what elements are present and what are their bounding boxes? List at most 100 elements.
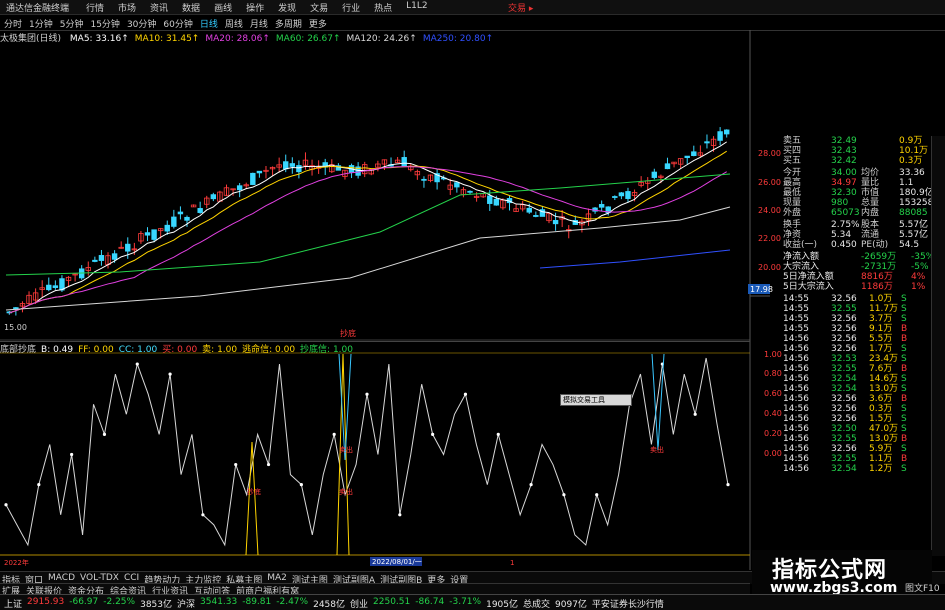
f10-button[interactable]: 图文F10	[905, 581, 940, 594]
candle-body	[493, 198, 500, 206]
indicator-legend: 底部抄底 B: 0.49 FF: 0.00 CC: 1.00 买: 0.00 卖: 1.0…	[0, 341, 750, 355]
stat-key: 市值	[861, 188, 880, 198]
flow-value: 1186万	[861, 282, 893, 292]
stat-val: 34.97	[831, 178, 857, 188]
tick-vol: 11.7万	[869, 304, 899, 314]
tick-side: B	[901, 434, 908, 444]
book-price: 32.43	[831, 146, 857, 156]
status-item: -2.47%	[276, 597, 309, 607]
oscillator-line	[5, 357, 729, 547]
status-item: 2915.93	[27, 597, 65, 607]
sim-trade-tooltip[interactable]: 模拟交易工具	[560, 394, 632, 406]
candle-body	[454, 182, 460, 188]
tick-price: 32.50	[831, 424, 857, 434]
ma20-line	[9, 166, 727, 314]
tick-price: 32.56	[831, 414, 857, 424]
status-item: 1905亿	[486, 600, 518, 610]
candle-body	[724, 129, 730, 135]
candle-body	[664, 163, 671, 170]
tick-price: 32.54	[831, 464, 857, 474]
candle-body	[526, 207, 532, 213]
stat-val: 65073	[831, 208, 860, 218]
oscillator-dot	[201, 513, 205, 517]
tick-time: 14:56	[783, 334, 809, 344]
tick-side: S	[901, 354, 907, 364]
stat-key: 今开	[783, 168, 802, 178]
tick-time: 14:56	[783, 414, 809, 424]
status-item: 3541.33	[200, 597, 238, 607]
stat-val: 153258	[899, 198, 934, 208]
candle-body	[487, 195, 493, 204]
tick-time: 14:56	[783, 344, 809, 354]
sell-signal-line	[245, 441, 259, 556]
oscillator-dot	[135, 362, 139, 366]
tick-price: 32.56	[831, 344, 857, 354]
tick-price: 32.55	[831, 434, 857, 444]
date-axis-start: 2022年	[4, 558, 29, 567]
candle-body	[197, 208, 203, 213]
candle-body	[618, 192, 625, 197]
tick-vol: 13.0万	[869, 434, 899, 444]
indicator-label: 卖: 1.00	[202, 345, 238, 355]
stat-key: 收益(一)	[783, 240, 818, 250]
low-price-label: 15.00	[4, 323, 27, 332]
stat-val: 5.57亿	[899, 230, 929, 240]
tick-vol: 14.6万	[869, 374, 899, 384]
candle-body	[289, 163, 296, 167]
candle-body	[171, 216, 177, 227]
tick-price: 32.55	[831, 364, 857, 374]
book-label: 买五	[783, 156, 802, 166]
tick-time: 14:56	[783, 374, 809, 384]
tick-time: 14:56	[783, 394, 809, 404]
oscillator-dot	[266, 462, 271, 467]
tick-vol: 1.7万	[869, 344, 893, 354]
book-vol: 10.1万	[899, 146, 929, 156]
tick-side: B	[901, 454, 908, 464]
status-item: 创业	[350, 600, 369, 610]
tick-vol: 9.1万	[869, 324, 893, 334]
status-item: 9097亿	[555, 600, 587, 610]
quote-panel: 卖五 32.49 0.9万 买四 32.43 10.1万 买五 32.42 0.3万 今开 34.0…	[751, 136, 934, 556]
status-item: -66.97	[69, 597, 99, 607]
oscillator-dot	[168, 372, 172, 376]
status-item: 沪深	[177, 600, 196, 610]
tick-vol: 5.9万	[869, 444, 893, 454]
status-item: -89.81	[242, 597, 272, 607]
ma10-line	[9, 150, 727, 314]
stat-val: 5.34	[831, 230, 852, 240]
tick-vol: 0.3万	[869, 404, 893, 414]
status-item: 总成交	[523, 600, 551, 610]
candle-body	[467, 190, 473, 193]
status-item: 2458亿	[313, 600, 345, 610]
tick-vol: 3.6万	[869, 394, 893, 404]
tick-side: S	[901, 384, 907, 394]
oscillator-dot	[463, 392, 468, 396]
tick-vol: 47.0万	[869, 424, 899, 434]
candle-body	[717, 131, 723, 141]
oscillator-dot	[365, 392, 369, 396]
tick-side: S	[901, 424, 907, 434]
stat-key: 换手	[783, 220, 802, 230]
book-vol: 0.9万	[899, 136, 923, 146]
date-cursor-label: 2022/08/01/一	[372, 558, 422, 566]
right-sidebar[interactable]	[931, 136, 945, 556]
tick-price: 32.56	[831, 394, 857, 404]
flow-label: 5日净流入额	[783, 272, 834, 282]
book-vol: 0.3万	[899, 156, 923, 166]
stat-key: 量比	[861, 178, 880, 188]
status-item: 平安证券长沙行情	[591, 600, 664, 610]
stat-key: 现量	[783, 198, 802, 208]
tick-vol: 13.0万	[869, 384, 899, 394]
stat-key: 外盘	[783, 208, 802, 218]
candle-body	[46, 284, 52, 291]
tick-side: B	[901, 394, 908, 404]
candle-body	[552, 220, 559, 225]
tick-vol: 5.5万	[869, 334, 893, 344]
tick-time: 14:56	[783, 364, 809, 374]
stat-val: 88085	[899, 208, 928, 218]
flow-value: 8816万	[861, 272, 893, 282]
oscillator-dot	[595, 493, 599, 497]
stat-key: 净资	[783, 230, 802, 240]
stat-val: 34.00	[831, 168, 857, 178]
tick-time: 14:55	[783, 324, 809, 334]
